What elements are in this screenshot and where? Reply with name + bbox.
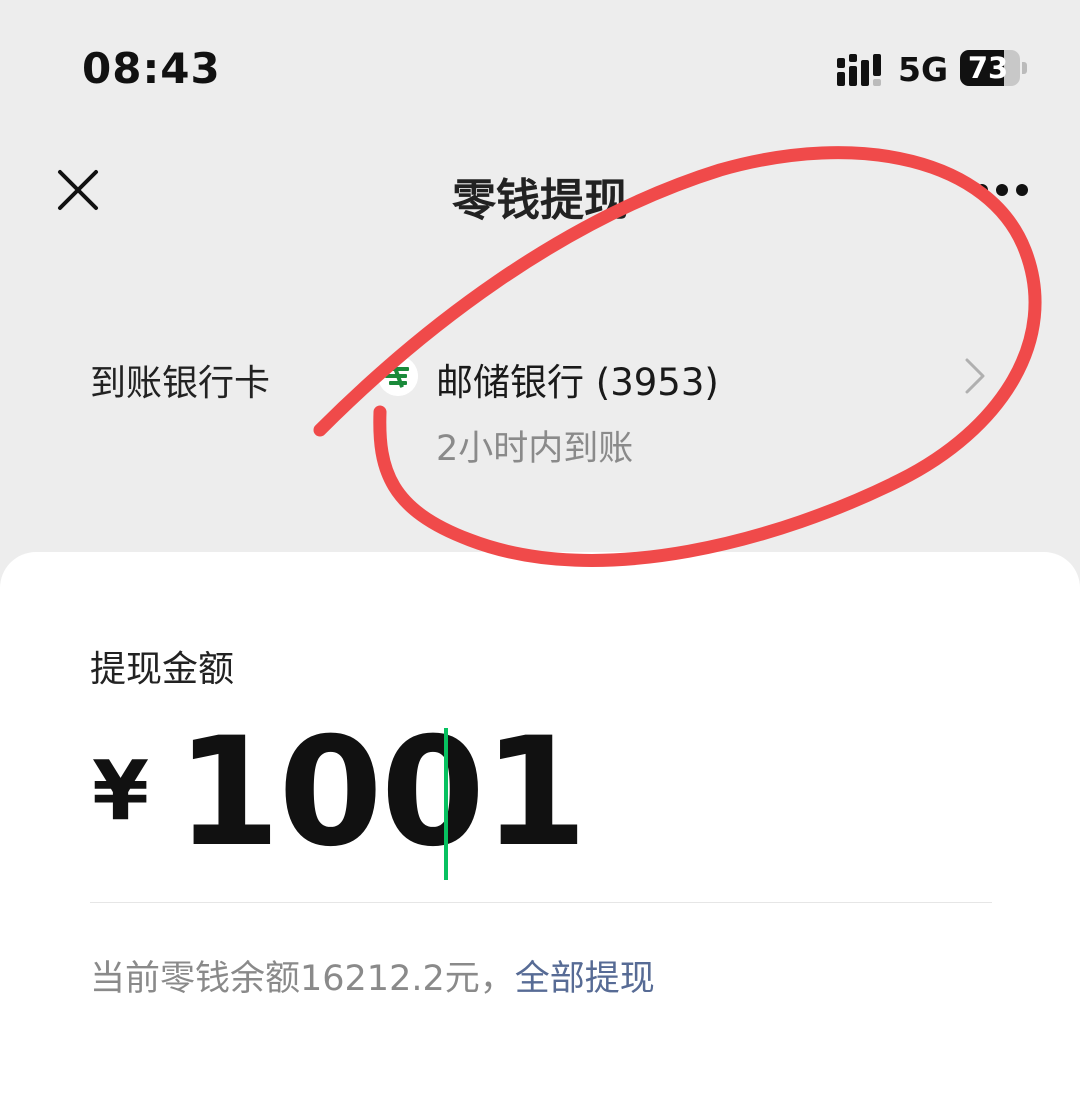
balance-text: 当前零钱余额16212.2元， [90, 959, 515, 999]
chevron-right-icon [965, 358, 985, 394]
text-cursor [444, 728, 448, 880]
withdraw-screen: 08:43 5G 73 零钱提现 到账银行卡 邮储银行 (3953) 2小时内到… [0, 0, 1080, 1106]
battery-percent: 73 [967, 51, 1009, 85]
amount-label: 提现金额 [90, 649, 235, 690]
divider [90, 902, 992, 903]
signal-icon [837, 54, 881, 86]
postal-bank-logo-icon [378, 356, 418, 396]
network-label: 5G [898, 50, 949, 89]
balance-line: 当前零钱余额16212.2元，全部提现 [90, 950, 655, 1001]
battery-indicator: 73 [960, 50, 1020, 86]
more-icon[interactable] [974, 176, 1030, 204]
currency-symbol: ¥ [92, 744, 150, 839]
status-time: 08:43 [82, 44, 221, 93]
page-title: 零钱提现 [452, 175, 628, 226]
amount-input[interactable]: 1001 [176, 718, 587, 868]
status-bar: 08:43 5G 73 [0, 0, 1080, 140]
withdraw-all-link[interactable]: 全部提现 [515, 959, 655, 999]
bank-name: 邮储银行 (3953) [436, 361, 719, 404]
arrival-time: 2小时内到账 [436, 429, 634, 469]
bank-card-label: 到账银行卡 [90, 363, 271, 404]
battery-cap [1022, 62, 1027, 74]
